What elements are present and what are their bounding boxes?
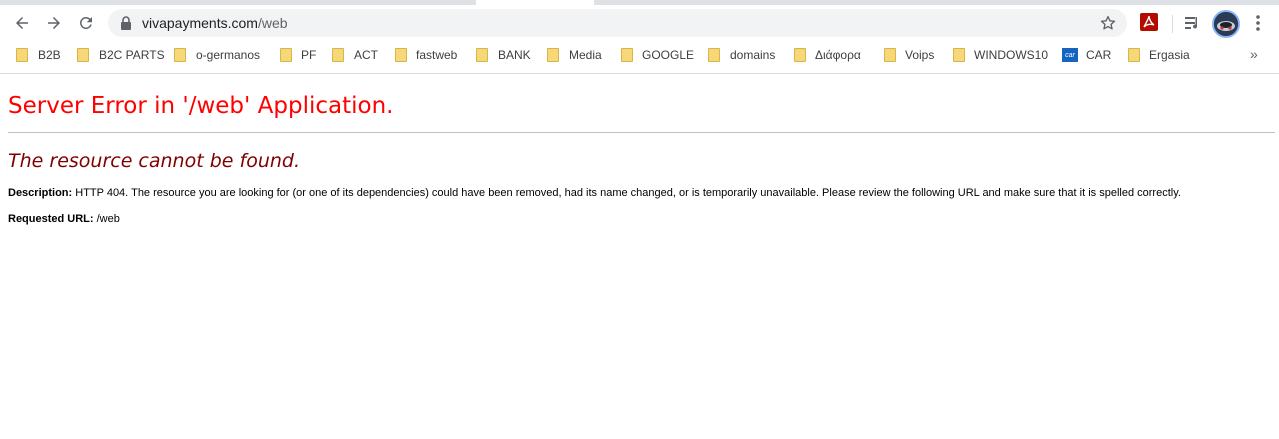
media-queue-icon[interactable]: [1184, 14, 1202, 32]
bookmark-label: PF: [301, 48, 317, 62]
lock-icon[interactable]: [120, 16, 132, 30]
error-subtitle: The resource cannot be found.: [8, 150, 301, 172]
bookmark-b2b[interactable]: B2B: [16, 46, 61, 64]
bookmark-act[interactable]: ACT: [332, 46, 378, 64]
browser-toolbar: vivapayments.com/web: [0, 5, 1279, 41]
bookmark-domains[interactable]: domains: [708, 46, 775, 64]
folder-icon: [332, 48, 344, 62]
folder-icon: [77, 48, 89, 62]
bookmark-media[interactable]: Media: [547, 46, 602, 64]
toolbar-separator: [1172, 15, 1173, 33]
bookmark-label: Ergasia: [1149, 48, 1190, 62]
requested-url: Requested URL: /web: [8, 212, 1275, 226]
forward-button[interactable]: [40, 9, 68, 37]
title-divider: [8, 132, 1275, 133]
bookmark-windows10[interactable]: WINDOWS10: [953, 46, 1048, 64]
url-text[interactable]: vivapayments.com/web: [142, 15, 288, 31]
bookmark-google[interactable]: GOOGLE: [621, 46, 694, 64]
bookmarks-bar: B2B B2C PARTS o-germanos PF ACT fastweb …: [0, 41, 1279, 69]
bookmark-ergasia[interactable]: Ergasia: [1128, 46, 1190, 64]
bookmark-label: Διάφορα: [815, 48, 861, 62]
url-host: vivapayments.com: [142, 15, 258, 31]
folder-icon: [953, 48, 965, 62]
reload-button[interactable]: [72, 9, 100, 37]
back-button[interactable]: [8, 9, 36, 37]
bookmark-label: B2C PARTS: [99, 48, 165, 62]
bookmark-label: fastweb: [416, 48, 458, 62]
url-path: /web: [257, 15, 288, 31]
description-label: Description:: [8, 187, 73, 199]
requested-url-value: /web: [96, 213, 120, 225]
bookmark-label: WINDOWS10: [974, 48, 1049, 62]
bookmark-b2c-parts[interactable]: B2C PARTS: [77, 46, 165, 64]
folder-icon: [884, 48, 896, 62]
bookmark-pf[interactable]: PF: [280, 46, 316, 64]
bookmark-fastweb[interactable]: fastweb: [395, 46, 457, 64]
folder-icon: [476, 48, 488, 62]
address-bar[interactable]: vivapayments.com/web: [108, 9, 1127, 37]
page-title: Server Error in '/web' Application.: [8, 93, 394, 119]
folder-icon: [16, 48, 28, 62]
bookmark-label: o-germanos: [196, 48, 261, 62]
folder-icon: [621, 48, 633, 62]
bookmark-label: ACT: [354, 48, 378, 62]
folder-icon: [794, 48, 806, 62]
bookmark-label: Voips: [905, 48, 935, 62]
bookmarks-overflow-button[interactable]: »: [1250, 46, 1258, 62]
bookmark-label: BANK: [498, 48, 531, 62]
bookmark-label: GOOGLE: [642, 48, 695, 62]
folder-icon: [395, 48, 407, 62]
bookmark-car[interactable]: car CAR: [1062, 46, 1111, 64]
bookmark-label: CAR: [1086, 48, 1112, 62]
bookmark-label: Media: [569, 48, 602, 62]
folder-icon: [174, 48, 186, 62]
folder-icon: [547, 48, 559, 62]
bookmark-bank[interactable]: BANK: [476, 46, 531, 64]
description-text: HTTP 404. The resource you are looking f…: [75, 187, 1181, 199]
folder-icon: [708, 48, 720, 62]
error-description: Description: HTTP 404. The resource you …: [8, 186, 1275, 200]
bookmark-label: domains: [730, 48, 776, 62]
forward-arrow-icon: [48, 17, 60, 29]
adobe-acrobat-icon[interactable]: [1140, 13, 1158, 31]
avatar[interactable]: [1212, 10, 1240, 38]
bookmark-voips[interactable]: Voips: [884, 46, 934, 64]
page-content: Server Error in '/web' Application. The …: [8, 74, 1275, 226]
folder-icon: [1128, 48, 1140, 62]
bookmark-label: B2B: [38, 48, 61, 62]
bookmark-diafora[interactable]: Διάφορα: [794, 46, 861, 64]
car-site-icon: car: [1062, 48, 1078, 62]
more-vert-icon[interactable]: [1249, 13, 1267, 33]
back-arrow-icon: [16, 17, 28, 29]
profile-picture-icon: [1214, 12, 1238, 36]
star-icon[interactable]: [1099, 14, 1117, 32]
bookmark-o-germanos[interactable]: o-germanos: [174, 46, 260, 64]
folder-icon: [280, 48, 292, 62]
requested-url-label: Requested URL:: [8, 213, 94, 225]
reload-icon: [79, 16, 92, 29]
